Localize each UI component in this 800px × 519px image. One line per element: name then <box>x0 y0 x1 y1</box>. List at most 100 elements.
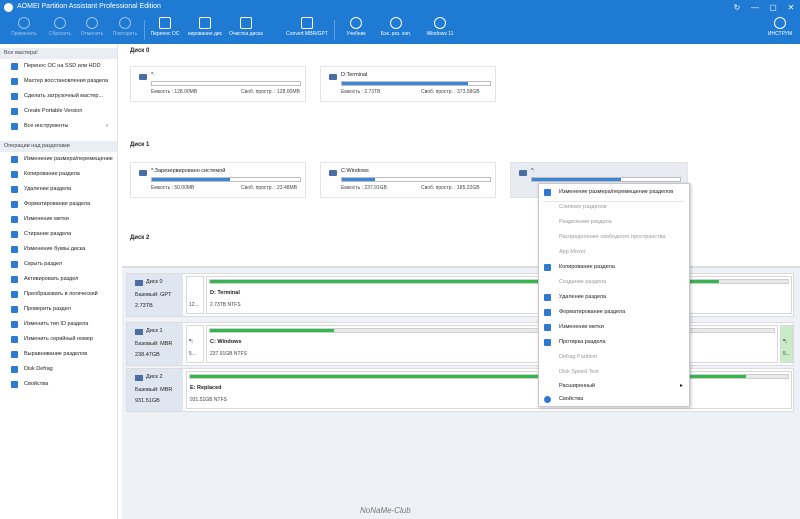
disk-map: Диск 0 Базовый: GPT 2.73TB 12... D: Term… <box>122 268 800 519</box>
sidebar-item-recovery[interactable]: Мастер восстановления раздела <box>0 74 117 89</box>
partition-block[interactable]: 12... <box>186 276 204 314</box>
convert-mbr-gpt-button[interactable]: Convert MBR/GPT <box>282 17 332 37</box>
sidebar-item-format[interactable]: Форматирование раздела <box>0 197 117 212</box>
wipe-disk-button[interactable]: Очистка диска <box>226 17 266 37</box>
menu-item-copy[interactable]: Копирование раздела <box>539 260 689 275</box>
clone-disk-icon <box>199 17 211 29</box>
menu-item-allocate[interactable]: Распределение свободного пространства <box>539 230 689 245</box>
info-icon <box>544 396 551 403</box>
sidebar-item-check[interactable]: Проверить раздел <box>0 302 117 317</box>
sidebar-item-resize[interactable]: Изменение размера/перемещение <box>0 152 117 167</box>
menu-item-split[interactable]: Разделение раздела <box>539 215 689 230</box>
close-button[interactable]: ✕ <box>782 0 800 15</box>
menu-item-wipe[interactable]: Протирка раздела <box>539 335 689 350</box>
convert-icon <box>301 17 313 29</box>
menu-item-create[interactable]: Создание раздела <box>539 275 689 290</box>
partition-card-d0p2[interactable]: D:Terminal Емкость : 2.73TB Своб. простр… <box>320 66 496 102</box>
disk1-label: Диск 1 <box>130 142 150 148</box>
disk-header: Диск 0 Базовый: GPT 2.73TB <box>127 274 183 316</box>
backup-icon <box>390 17 402 29</box>
partition-block-selected[interactable]: *: 5... <box>780 325 793 363</box>
format-icon <box>544 309 551 316</box>
partition-card-d0p1[interactable]: *: Емкость : 128.00MB Своб. простр. : 12… <box>130 66 306 102</box>
operations-section-title: Операции над разделами <box>0 141 117 152</box>
minimize-button[interactable]: — <box>746 0 764 15</box>
sidebar-item-defrag[interactable]: Disk Defrag <box>0 362 117 377</box>
type-id-icon <box>11 321 18 328</box>
tutorial-button[interactable]: Учебник <box>336 17 376 37</box>
sidebar-item-all-tools[interactable]: Все инструменты › <box>0 119 117 134</box>
sidebar-item-delete[interactable]: Удаление раздела <box>0 182 117 197</box>
tools-icon <box>11 123 18 130</box>
menu-item-label[interactable]: Изменение метки <box>539 320 689 335</box>
menu-item-defrag[interactable]: Defrag Partition <box>539 350 689 365</box>
drive-letter-icon <box>11 246 18 253</box>
resize-icon <box>11 156 18 163</box>
format-icon <box>11 201 18 208</box>
convert-logical-icon <box>11 291 18 298</box>
drive-icon <box>519 170 527 176</box>
partition-card-d1p2[interactable]: C:Windows Емкость : 237.91GB Своб. прост… <box>320 162 496 198</box>
menu-item-delete[interactable]: Удаление раздела <box>539 290 689 305</box>
tools-icon <box>774 17 786 29</box>
menu-item-merge[interactable]: Слияние разделов <box>539 200 689 215</box>
disk-row-1[interactable]: Диск 1 Базовый: MBR 238.47GB *: 5... C: … <box>126 322 794 366</box>
clone-disk-button[interactable]: нирование дис <box>185 17 225 37</box>
disk2-label: Диск 2 <box>130 235 150 241</box>
sidebar-item-wipe[interactable]: Стирание раздела <box>0 227 117 242</box>
redo-icon <box>119 17 131 29</box>
partition-block[interactable]: *: 5... <box>186 325 204 363</box>
disk-icon <box>135 375 143 381</box>
disk-row-2[interactable]: Диск 2 Базовый: MBR 931.51GB E: Replaced… <box>126 368 794 412</box>
title-bar: AOMEI Partition Assistant Professional E… <box>0 0 800 15</box>
partition-block[interactable]: E: Replaced 931.51GB NTFS <box>186 371 792 409</box>
drive-icon <box>139 74 147 80</box>
wipe-disk-icon <box>240 17 252 29</box>
sidebar-item-bootable[interactable]: Сделать загрузочный мастер... <box>0 89 117 104</box>
wipe-icon <box>11 231 18 238</box>
migrate-os-icon <box>159 17 171 29</box>
sidebar-item-serial[interactable]: Изменить серийный номер <box>0 332 117 347</box>
sidebar-item-activate[interactable]: Активировать раздел <box>0 272 117 287</box>
wizards-section-title: Все мастера! <box>0 48 117 59</box>
sidebar-item-migrate-os[interactable]: Перенос ОС на SSD или HDD <box>0 59 117 74</box>
sidebar-item-properties[interactable]: Свойства <box>0 377 117 392</box>
main-panel: Диск 0 *: Емкость : 128.00MB Своб. прост… <box>122 44 800 519</box>
sidebar-item-convert-logical[interactable]: Преобразовать в логический <box>0 287 117 302</box>
activate-icon <box>11 276 18 283</box>
sidebar-item-portable[interactable]: Create Portable Version <box>0 104 117 119</box>
sidebar-item-label[interactable]: Изменение метки <box>0 212 117 227</box>
sidebar-item-type-id[interactable]: Изменить тип ID раздела <box>0 317 117 332</box>
serial-icon <box>11 336 18 343</box>
sidebar-item-copy[interactable]: Копирование раздела <box>0 167 117 182</box>
redo-button[interactable]: Повторить <box>105 17 145 37</box>
partition-block[interactable]: C: Windows 237.91GB NTFS <box>206 325 778 363</box>
migrate-os-button[interactable]: Перенос ОС <box>145 17 185 37</box>
menu-item-app-mover[interactable]: App Mover <box>539 245 689 260</box>
menu-item-resize[interactable]: Изменение размера/перемещение разделов <box>539 185 689 200</box>
backup-button[interactable]: Бэк. рез. коп. <box>376 17 416 37</box>
partition-card-d1p1[interactable]: *:Зарезервировано системой Емкость : 50.… <box>130 162 306 198</box>
refresh-icon[interactable]: ↻ <box>728 0 746 15</box>
windows11-button[interactable]: Windows 11 <box>420 17 460 37</box>
tools-button[interactable]: ИНСТРУМ <box>762 17 798 37</box>
recovery-icon <box>11 78 18 85</box>
disk-row-0[interactable]: Диск 0 Базовый: GPT 2.73TB 12... D: Term… <box>126 273 794 317</box>
undo-icon <box>86 17 98 29</box>
sidebar-item-align[interactable]: Выравнивание разделов <box>0 347 117 362</box>
label-icon <box>544 324 551 331</box>
apply-button[interactable]: Применить <box>4 17 44 37</box>
menu-item-format[interactable]: Форматирование раздела <box>539 305 689 320</box>
partition-block[interactable]: D: Terminal 2.73TB NTFS <box>206 276 792 314</box>
discard-icon <box>54 17 66 29</box>
menu-item-properties[interactable]: Свойства <box>539 392 689 407</box>
migrate-icon <box>11 63 18 70</box>
sidebar-item-drive-letter[interactable]: Изменение буквы диска <box>0 242 117 257</box>
maximize-button[interactable]: ▢ <box>764 0 782 15</box>
menu-item-speed-test[interactable]: Disk Speed Test <box>539 365 689 380</box>
sidebar-item-hide[interactable]: Скрыть раздел <box>0 257 117 272</box>
align-icon <box>11 351 18 358</box>
context-menu: Изменение размера/перемещение разделов С… <box>538 183 690 407</box>
portable-icon <box>11 108 18 115</box>
app-logo-icon <box>4 3 13 12</box>
